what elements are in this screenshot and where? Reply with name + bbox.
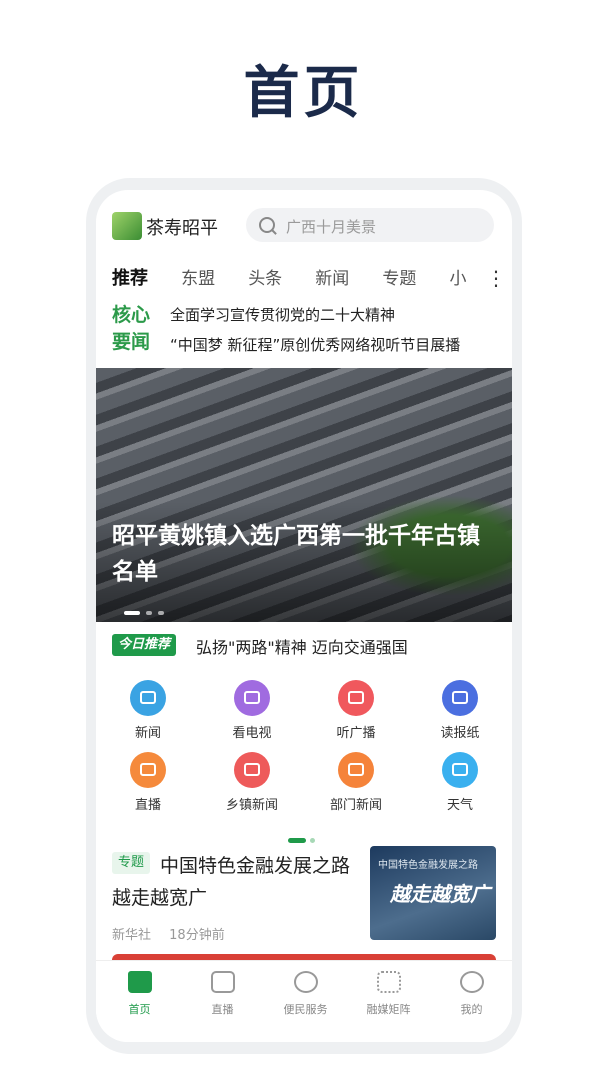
tab-recommend[interactable]: 推荐: [112, 264, 148, 290]
app-screen: 茶寿昭平 广西十月美景 推荐 东盟 头条 新闻 专题 小 ⋮ 核心要闻 全面学习…: [96, 190, 512, 1042]
today-recommend-badge: 今日推荐: [112, 634, 177, 656]
grid-item-label: 部门新闻: [329, 798, 382, 813]
grid-item-label: 直播: [134, 798, 161, 813]
today-recommend-text[interactable]: 弘扬"两路"精神 迈向交通强国: [196, 634, 408, 658]
grid-page-indicator: [288, 830, 319, 849]
article-time: 18分钟前: [169, 928, 225, 943]
page-indicator: [310, 838, 315, 843]
live-icon: [130, 752, 166, 788]
app-logo-icon: [112, 212, 142, 240]
more-vertical-icon[interactable]: ⋮: [486, 266, 506, 290]
page-title: 首页: [243, 61, 364, 126]
grid-item-town-news[interactable]: 乡镇新闻: [200, 752, 304, 813]
nav-label: 融媒矩阵: [366, 1003, 411, 1016]
heart-icon: [293, 971, 318, 993]
grid-item-label: 新闻: [134, 726, 161, 741]
search-icon: [259, 217, 275, 233]
town-news-icon: [234, 752, 270, 788]
nav-label: 直播: [211, 1003, 234, 1016]
core-news-item[interactable]: 全面学习宣传贯彻党的二十大精神: [170, 304, 395, 325]
department-news-icon: [338, 752, 374, 788]
article-source: 新华社: [112, 928, 152, 943]
tab-more-partial[interactable]: 小: [449, 264, 466, 289]
grid-item-label: 读报纸: [440, 726, 480, 741]
radio-icon: [338, 680, 374, 716]
grid-item-weather[interactable]: 天气: [408, 752, 512, 813]
nav-profile[interactable]: 我的: [430, 971, 512, 1017]
weather-icon: [442, 752, 478, 788]
live-play-icon: [210, 971, 235, 993]
carousel-dots: [124, 600, 170, 619]
grid-item-label: 乡镇新闻: [225, 798, 278, 813]
grid-item-radio[interactable]: 听广播: [304, 680, 408, 741]
profile-icon: [459, 971, 484, 993]
grid-item-news[interactable]: 新闻: [96, 680, 200, 741]
nav-label: 我的: [460, 1003, 483, 1016]
home-icon: [127, 971, 152, 993]
tab-topics[interactable]: 专题: [382, 264, 416, 289]
carousel-dot: [146, 611, 152, 615]
nav-label: 首页: [128, 1003, 151, 1016]
nav-live[interactable]: 直播: [181, 971, 264, 1017]
article-meta: 新华社 18分钟前: [112, 924, 239, 943]
grid-item-label: 看电视: [232, 726, 272, 741]
search-bar[interactable]: 广西十月美景: [246, 208, 494, 242]
nav-services[interactable]: 便民服务: [264, 971, 347, 1017]
grid-item-label: 听广播: [336, 726, 376, 741]
matrix-icon: [376, 971, 401, 993]
article-thumbnail[interactable]: 中国特色金融发展之路 越走越宽广: [370, 846, 496, 940]
tv-icon: [234, 680, 270, 716]
topic-tag: 专题: [112, 852, 151, 874]
carousel-dot-active: [124, 611, 140, 615]
bottom-nav: 首页 直播 便民服务 融媒矩阵 我的: [96, 960, 512, 1042]
carousel-dot: [158, 611, 164, 615]
nav-label: 便民服务: [283, 1003, 328, 1016]
banner-carousel[interactable]: 昭平黄姚镇入选广西第一批千年古镇名单: [96, 368, 512, 622]
nav-matrix[interactable]: 融媒矩阵: [347, 971, 430, 1017]
nav-home[interactable]: 首页: [98, 971, 181, 1017]
news-icon: [130, 680, 166, 716]
thumbnail-title: 越走越宽广: [390, 882, 490, 906]
tab-news[interactable]: 新闻: [315, 264, 349, 289]
grid-item-live[interactable]: 直播: [96, 752, 200, 813]
banner-title: 昭平黄姚镇入选广西第一批千年古镇名单: [112, 523, 480, 585]
grid-item-department-news[interactable]: 部门新闻: [304, 752, 408, 813]
phone-frame: 茶寿昭平 广西十月美景 推荐 东盟 头条 新闻 专题 小 ⋮ 核心要闻 全面学习…: [86, 178, 522, 1054]
thumbnail-caption: 中国特色金融发展之路: [378, 860, 478, 871]
app-name: 茶寿昭平: [146, 218, 218, 239]
core-news-item[interactable]: “中国梦 新征程”原创优秀网络视听节目展播: [170, 334, 460, 355]
core-news-label: 核心要闻: [112, 304, 151, 353]
tab-headlines[interactable]: 头条: [248, 264, 282, 289]
grid-item-label: 天气: [446, 798, 473, 813]
channel-tabs: 推荐 东盟 头条 新闻 专题 小: [112, 264, 482, 290]
grid-item-newspaper[interactable]: 读报纸: [408, 680, 512, 741]
search-placeholder: 广西十月美景: [286, 218, 377, 236]
newspaper-icon: [442, 680, 478, 716]
grid-item-tv[interactable]: 看电视: [200, 680, 304, 741]
tab-asean[interactable]: 东盟: [181, 264, 215, 289]
page-indicator-active: [288, 838, 306, 843]
